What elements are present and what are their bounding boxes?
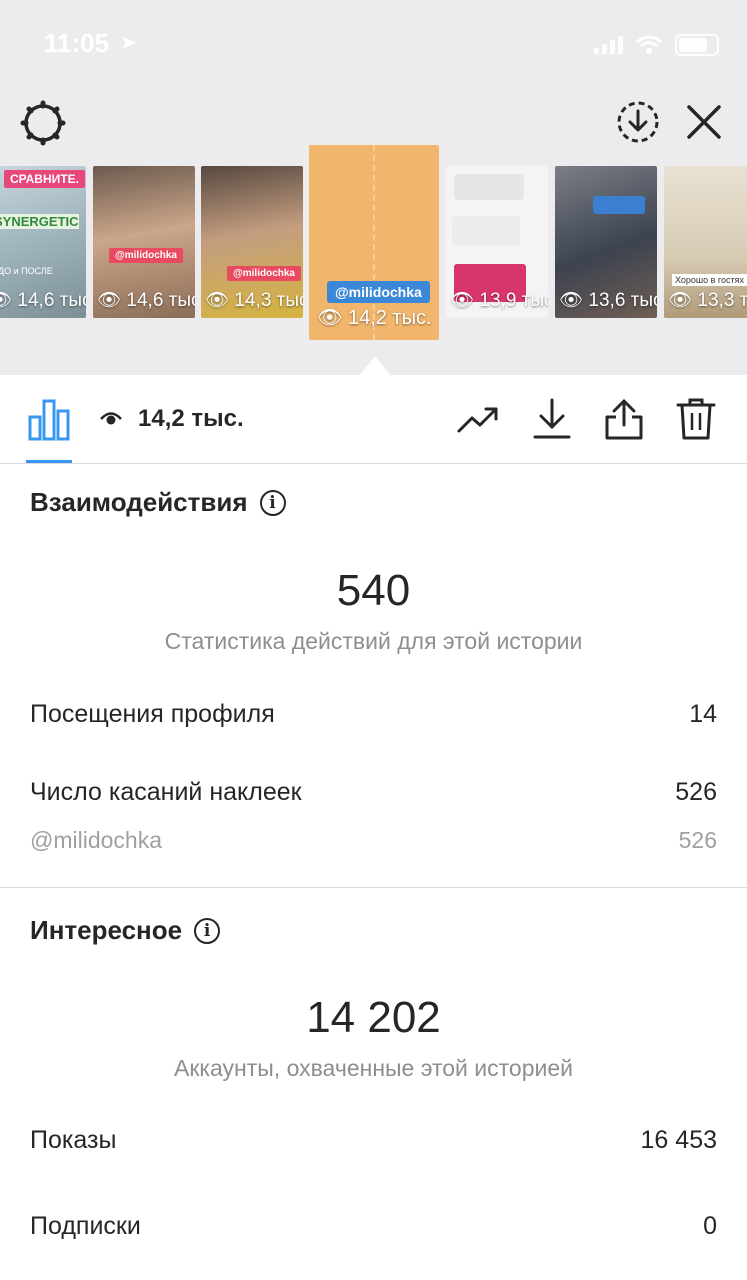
story-sticker: @milidochka	[327, 281, 430, 303]
story-views-value: 14,2 тыс.	[347, 307, 432, 329]
info-icon[interactable]: i	[194, 917, 221, 944]
sticker-mention-value: 526	[678, 827, 717, 853]
story-sticker: @milidochka	[227, 266, 301, 281]
battery-icon	[675, 34, 719, 56]
close-button[interactable]	[684, 102, 724, 142]
story-views: 👁 13,9 тыс.	[450, 288, 548, 312]
discovery-title: Интересное i	[30, 915, 221, 946]
story-thumbnail[interactable]: @milidochka 👁 14,3 тыс.	[201, 166, 303, 318]
story-brand: SYNERGETIC	[0, 214, 79, 229]
story-thumbnail[interactable]: СРАВНИТЕ. SYNERGETIC ДО и ПОСЛЕ 👁 14,6 т…	[0, 166, 86, 318]
status-bar: 11:05 ➤	[0, 0, 747, 90]
download-icon	[533, 398, 571, 439]
stats-tab[interactable]	[26, 397, 74, 463]
selected-story-pointer	[359, 356, 391, 376]
interactions-title-text: Взаимодействия	[30, 487, 248, 517]
bar-chart-icon	[28, 399, 70, 441]
download-all-button[interactable]	[616, 100, 660, 144]
chat-bubble	[454, 174, 524, 200]
interactions-title: Взаимодействия i	[30, 487, 286, 518]
chat-bubble	[452, 216, 520, 246]
story-archive-header: 11:05 ➤ СРАВНИТЕ. SYNERGETIC ДО и ПОСЛЕ …	[0, 0, 747, 376]
story-thumbnails-strip[interactable]: СРАВНИТЕ. SYNERGETIC ДО и ПОСЛЕ 👁 14,6 т…	[0, 145, 747, 370]
promote-button[interactable]	[456, 397, 500, 441]
chat-bubble	[593, 196, 645, 214]
discovery-title-text: Интересное	[30, 915, 183, 945]
trending-up-icon	[457, 407, 498, 433]
story-views-value: 14,6 тыс.	[17, 290, 86, 311]
story-thumbnail[interactable]: @milidochka 👁 14,6 тыс.	[93, 166, 195, 318]
story-views: 👁 14,3 тыс.	[205, 288, 303, 312]
story-views-value: 13,9 тыс.	[479, 290, 548, 311]
impressions-label: Показы	[30, 1126, 117, 1154]
story-views-value: 13,3 тыс.	[697, 290, 747, 311]
discovery-caption: Аккаунты, охваченные этой историей	[174, 1055, 573, 1081]
share-button[interactable]	[602, 397, 646, 441]
status-icons	[594, 34, 719, 56]
save-button[interactable]	[530, 397, 574, 441]
wifi-icon	[636, 35, 662, 54]
story-thumbnail[interactable]: Хорошо в гостях 👁 13,3 тыс.	[664, 166, 747, 318]
story-views-value: 13,6 тыс.	[588, 290, 657, 311]
close-icon	[687, 105, 721, 139]
profile-visits-value: 14	[689, 700, 717, 728]
reach-summary: 14,2 тыс.	[100, 405, 244, 433]
impressions-value: 16 453	[640, 1126, 717, 1154]
signal-icon	[594, 36, 623, 54]
sticker-taps-label: Число касаний наклеек	[30, 778, 302, 806]
status-time: 11:05	[44, 28, 110, 58]
trash-icon	[676, 398, 716, 440]
profile-visits-label: Посещения профиля	[30, 700, 275, 728]
story-caption: ДО и ПОСЛЕ	[0, 266, 53, 276]
download-circle-icon	[617, 101, 659, 143]
eye-icon	[100, 412, 122, 425]
story-views-value: 14,3 тыс.	[234, 290, 303, 311]
story-views: 👁 14,2 тыс.	[317, 307, 432, 329]
reach-value: 14,2 тыс.	[138, 405, 244, 432]
discovery-total: 14 202	[306, 993, 441, 1042]
story-thumbnail[interactable]: 👁 13,9 тыс.	[446, 166, 548, 318]
gear-icon	[20, 100, 66, 146]
story-label: СРАВНИТЕ.	[4, 170, 85, 188]
story-sticker: @milidochka	[109, 248, 183, 263]
story-views: 👁 13,6 тыс.	[559, 288, 657, 312]
interactions-total: 540	[336, 566, 411, 615]
story-toolbar: 14,2 тыс.	[0, 375, 747, 464]
sticker-mention-label: @milidochka	[30, 827, 163, 853]
info-icon[interactable]: i	[259, 489, 286, 516]
story-views: 👁 13,3 тыс.	[668, 288, 747, 312]
settings-button[interactable]	[20, 100, 66, 146]
follows-label: Подписки	[30, 1212, 141, 1240]
interactions-caption: Статистика действий для этой истории	[164, 628, 583, 654]
story-views-value: 14,6 тыс.	[126, 290, 195, 311]
story-caption: Хорошо в гостях	[672, 274, 747, 286]
delete-button[interactable]	[674, 397, 718, 441]
section-divider	[0, 887, 747, 888]
sticker-taps-value: 526	[675, 778, 717, 806]
share-icon	[605, 399, 643, 440]
story-views: 👁 14,6 тыс.	[0, 288, 86, 312]
story-views: 👁 14,6 тыс.	[97, 288, 195, 312]
location-icon: ➤	[120, 32, 137, 54]
follows-value: 0	[703, 1212, 717, 1240]
stats-tab-indicator	[26, 460, 72, 463]
story-thumbnail-selected[interactable]: @milidochka 👁 14,2 тыс.	[309, 145, 439, 340]
story-thumbnail[interactable]: 👁 13,6 тыс.	[555, 166, 657, 318]
